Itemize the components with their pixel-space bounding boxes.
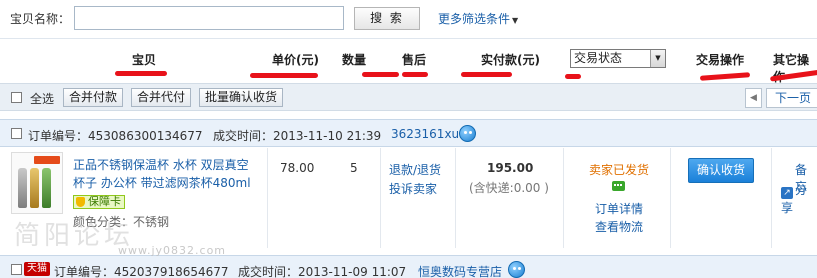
column-trade-ops: 交易操作	[696, 53, 745, 67]
seller-link[interactable]: 3623161xu	[391, 127, 459, 141]
next-page-button[interactable]: 下一页	[766, 88, 817, 108]
order-number-label: 订单编号：	[54, 265, 115, 278]
column-unit-price: 单价(元)	[272, 53, 319, 67]
divider	[380, 148, 381, 248]
order-checkbox[interactable]	[11, 264, 22, 275]
guarantee-card-badge[interactable]: 保障卡	[73, 195, 125, 209]
product-thumbnail[interactable]	[11, 152, 63, 214]
column-quantity: 数量	[342, 53, 367, 67]
divider	[563, 148, 564, 248]
share-link[interactable]: ↗ 分享	[781, 181, 817, 216]
trade-status: 卖家已发货	[589, 163, 650, 177]
order-time-label: 成交时间：	[213, 129, 274, 143]
red-underline-mark	[362, 72, 399, 77]
order-number: 订单编号：453086300134677	[28, 127, 203, 144]
watermark-url: www.jy0832.com	[118, 244, 227, 257]
red-underline-mark	[115, 71, 167, 76]
divider	[771, 148, 772, 248]
product-title-link[interactable]: 正品不锈钢保温杯 水杯 双层真空杯子 办公杯 带过滤网茶杯480ml	[73, 156, 253, 192]
order-number-value: 452037918654677	[114, 265, 229, 278]
column-paid: 实付款(元)	[481, 53, 540, 67]
red-underline-mark	[565, 74, 581, 79]
paid-amount: 195.00	[487, 161, 534, 175]
shield-icon	[76, 197, 85, 207]
search-button[interactable]: 搜 索	[354, 7, 420, 30]
order-time: 成交时间：2013-11-09 11:07	[238, 263, 406, 278]
shipping-fee: (含快递:0.00 )	[469, 181, 549, 195]
order-time-value: 2013-11-10 21:39	[273, 129, 382, 143]
merge-proxy-pay-button[interactable]: 合并代付	[131, 88, 192, 107]
order-checkbox[interactable]	[11, 128, 22, 139]
more-filters-link[interactable]: 更多筛选条件 ▼	[438, 10, 518, 27]
trade-status-select-value: 交易状态	[574, 51, 623, 65]
order-number-value: 453086300134677	[88, 129, 203, 143]
guarantee-card-label: 保障卡	[88, 195, 121, 208]
order-detail-link[interactable]: 订单详情	[595, 200, 643, 217]
merge-pay-button[interactable]: 合并付款	[63, 88, 124, 107]
trade-status-select[interactable]: 交易状态 ▼	[570, 49, 666, 68]
batch-toolbar: 全选 合并付款 合并代付 批量确认收货 ◀ 下一页	[0, 83, 817, 111]
more-filters-label: 更多筛选条件	[438, 12, 511, 26]
select-all-label: 全选	[30, 92, 55, 106]
red-underline-mark	[250, 73, 318, 78]
column-item: 宝贝	[132, 53, 157, 67]
watermark-text: 简阳论坛	[14, 221, 135, 251]
order-number: 订单编号：452037918654677	[54, 263, 229, 278]
chat-icon[interactable]	[612, 181, 625, 191]
share-icon: ↗	[781, 187, 793, 199]
search-input[interactable]	[74, 6, 344, 30]
prev-page-button[interactable]: ◀	[745, 88, 762, 108]
wangwang-chat-icon[interactable]	[508, 261, 525, 278]
order-header: 天猫 订单编号：452037918654677 成交时间：2013-11-09 …	[0, 255, 817, 278]
complain-seller-link[interactable]: 投诉卖家	[389, 180, 437, 197]
order-time: 成交时间：2013-11-10 21:39	[213, 127, 381, 144]
column-after-sale: 售后	[402, 53, 427, 67]
batch-confirm-receipt-button[interactable]: 批量确认收货	[199, 88, 284, 107]
store-link[interactable]: 恒奥数码专营店	[418, 263, 502, 278]
select-all-checkbox[interactable]	[11, 92, 22, 103]
red-underline-mark	[461, 72, 512, 77]
red-underline-mark	[699, 72, 751, 81]
dropdown-arrow-icon: ▼	[650, 50, 665, 67]
wangwang-chat-icon[interactable]	[459, 125, 476, 142]
confirm-receipt-button[interactable]: 确认收货	[688, 158, 754, 183]
order-header: 订单编号：453086300134677 成交时间：2013-11-10 21:…	[0, 119, 817, 147]
view-logistics-link[interactable]: 查看物流	[595, 218, 643, 235]
unit-price: 78.00	[280, 161, 315, 175]
refund-return-link[interactable]: 退款/退货	[389, 161, 441, 178]
quantity: 5	[350, 161, 358, 175]
order-number-label: 订单编号：	[28, 129, 89, 143]
tmall-badge: 天猫	[24, 262, 50, 276]
search-label: 宝贝名称：	[10, 12, 71, 26]
column-header-row: 宝贝 单价(元) 数量 售后 实付款(元) 交易状态 ▼ 交易操作 其它操作	[0, 38, 817, 84]
divider	[670, 148, 671, 248]
order-time-label: 成交时间：	[238, 265, 299, 278]
red-underline-mark	[402, 72, 428, 77]
order-time-value: 2013-11-09 11:07	[298, 265, 407, 278]
divider	[455, 148, 456, 248]
chevron-down-icon: ▼	[512, 16, 519, 25]
divider	[267, 148, 268, 248]
